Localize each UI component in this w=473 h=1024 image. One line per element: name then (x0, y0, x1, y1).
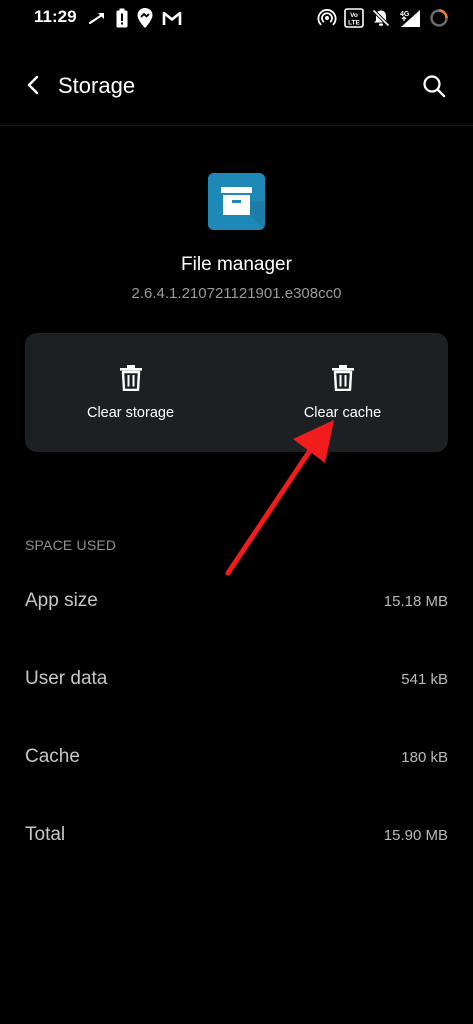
status-left-icons (88, 6, 182, 30)
share-arrow-icon (88, 13, 104, 25)
size-value: 15.18 MB (383, 593, 448, 610)
page-title: Storage (58, 73, 136, 98)
size-value: 541 kB (401, 671, 448, 688)
status-right-icons: Vo LTE 4G (317, 6, 449, 30)
clear-cache-button[interactable]: Clear cache (237, 333, 448, 452)
battery-alert-icon (116, 8, 128, 28)
mute-icon (372, 9, 390, 27)
loading-ring-icon (430, 9, 448, 27)
size-row-total: Total 15.90 MB (0, 800, 473, 870)
clear-storage-label: Clear storage (86, 405, 175, 421)
gmail-icon (162, 11, 182, 25)
clear-cache-label: Clear cache (303, 405, 382, 421)
app-bar: Storage (0, 54, 473, 118)
volte-icon: Vo LTE (344, 8, 364, 28)
size-value: 180 kB (401, 749, 448, 766)
size-label: App size (25, 590, 98, 611)
search-button[interactable] (415, 67, 453, 105)
size-label: User data (25, 668, 108, 689)
archive-box-icon (208, 173, 265, 230)
svg-text:4G: 4G (400, 11, 410, 18)
size-row-app-size: App size 15.18 MB (0, 566, 473, 636)
app-version: 2.6.4.1.210721121901.e308cc0 (131, 285, 342, 302)
size-row-user-data: User data 541 kB (0, 644, 473, 714)
signal-4g-icon: 4G (400, 10, 420, 27)
clear-storage-button[interactable]: Clear storage (25, 333, 236, 452)
size-value: 15.90 MB (383, 827, 448, 844)
size-row-cache: Cache 180 kB (0, 722, 473, 792)
svg-text:Vo: Vo (350, 12, 358, 19)
status-time: 11:29 (34, 7, 77, 26)
location-pin-icon (137, 8, 153, 28)
size-label: Cache (25, 746, 80, 767)
trash-icon (119, 365, 142, 391)
trash-icon (331, 365, 354, 391)
annotation-arrow (225, 420, 334, 576)
storage-actions-card: Clear storage Clear cache (25, 333, 448, 452)
hotspot-icon (317, 9, 337, 26)
app-bar-divider (0, 125, 473, 126)
file-manager-app-icon (208, 173, 265, 230)
search-icon (423, 75, 446, 98)
app-name: File manager (181, 254, 292, 275)
back-button[interactable] (16, 68, 50, 102)
svg-text:LTE: LTE (348, 20, 360, 27)
space-used-header: SPACE USED (25, 537, 117, 553)
status-bar: 11:29 Vo LTE 4G (0, 0, 473, 36)
back-arrow-icon (27, 75, 39, 95)
size-label: Total (25, 824, 66, 845)
